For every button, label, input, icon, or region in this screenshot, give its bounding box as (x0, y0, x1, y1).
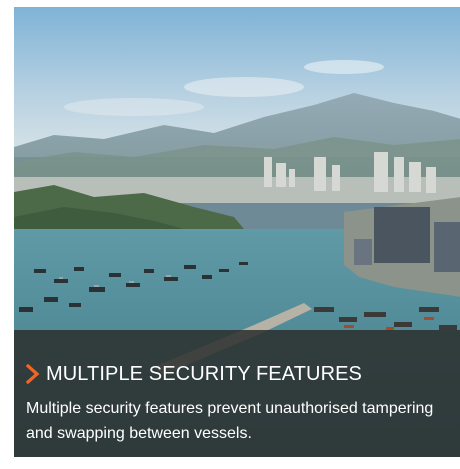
chevron-right-icon (26, 364, 40, 384)
feature-caption: MULTIPLE SECURITY FEATURES Multiple secu… (14, 330, 460, 457)
feature-title: MULTIPLE SECURITY FEATURES (46, 362, 362, 385)
feature-title-row: MULTIPLE SECURITY FEATURES (26, 360, 460, 388)
feature-description: Multiple security features prevent unaut… (26, 400, 434, 442)
feature-card[interactable]: MULTIPLE SECURITY FEATURES Multiple secu… (14, 7, 460, 457)
